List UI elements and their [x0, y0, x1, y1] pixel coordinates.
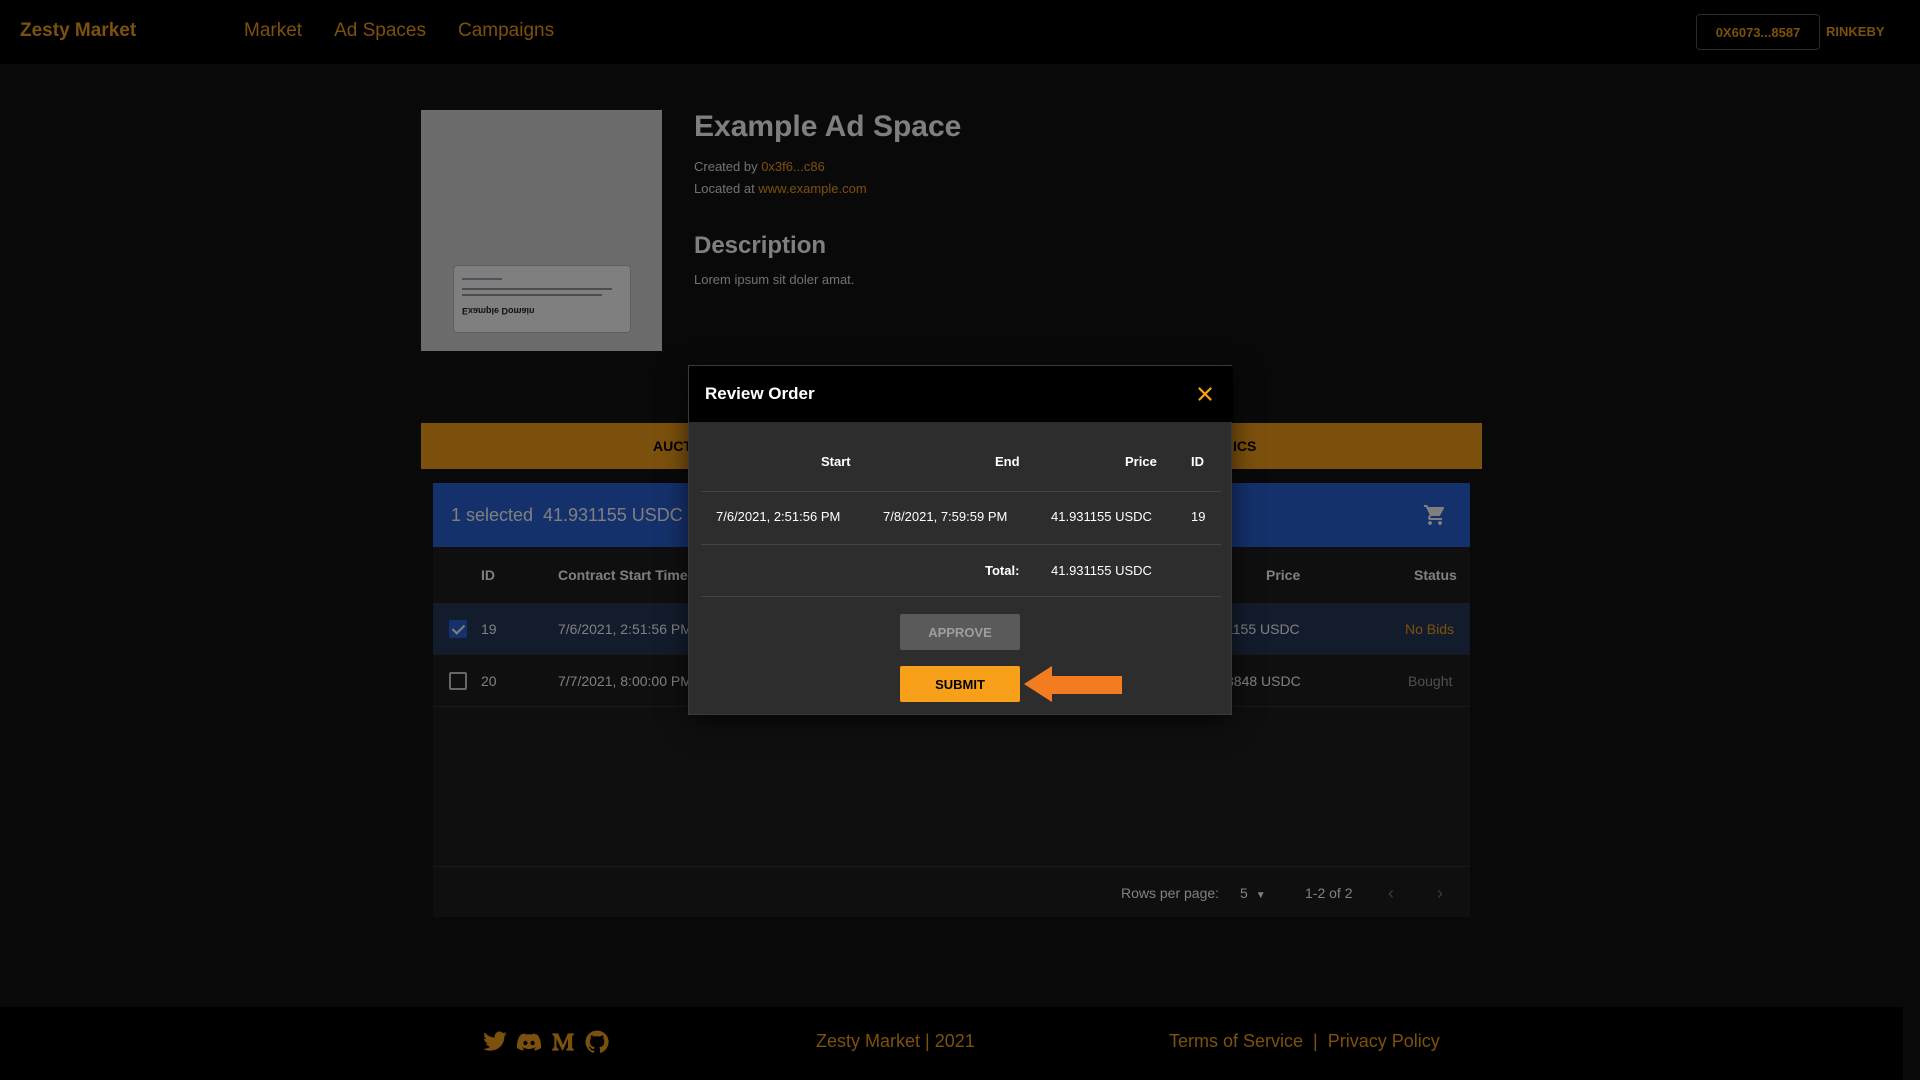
approve-button[interactable]: APPROVE	[900, 614, 1020, 650]
order-start: 7/6/2021, 2:51:56 PM	[716, 509, 841, 524]
order-id: 19	[1191, 509, 1206, 524]
close-icon[interactable]	[1194, 383, 1216, 405]
order-column-end: End	[995, 454, 1020, 469]
review-order-dialog: Review Order Start End Price ID 7/6/2021…	[688, 365, 1233, 715]
divider	[701, 596, 1221, 597]
order-column-start: Start	[821, 454, 851, 469]
pointer-arrow-icon	[1024, 666, 1122, 702]
dialog-title: Review Order	[705, 384, 815, 403]
order-end: 7/8/2021, 7:59:59 PM	[883, 509, 1008, 524]
submit-button[interactable]: SUBMIT	[900, 666, 1020, 702]
dialog-header: Review Order	[689, 366, 1233, 422]
divider	[701, 491, 1221, 492]
divider	[701, 544, 1221, 545]
order-column-id: ID	[1191, 454, 1204, 469]
order-price: 41.931155 USDC	[1051, 509, 1152, 524]
order-total-value: 41.931155 USDC	[1051, 563, 1152, 578]
order-column-price: Price	[1125, 454, 1157, 469]
order-total-label: Total:	[985, 563, 1020, 578]
